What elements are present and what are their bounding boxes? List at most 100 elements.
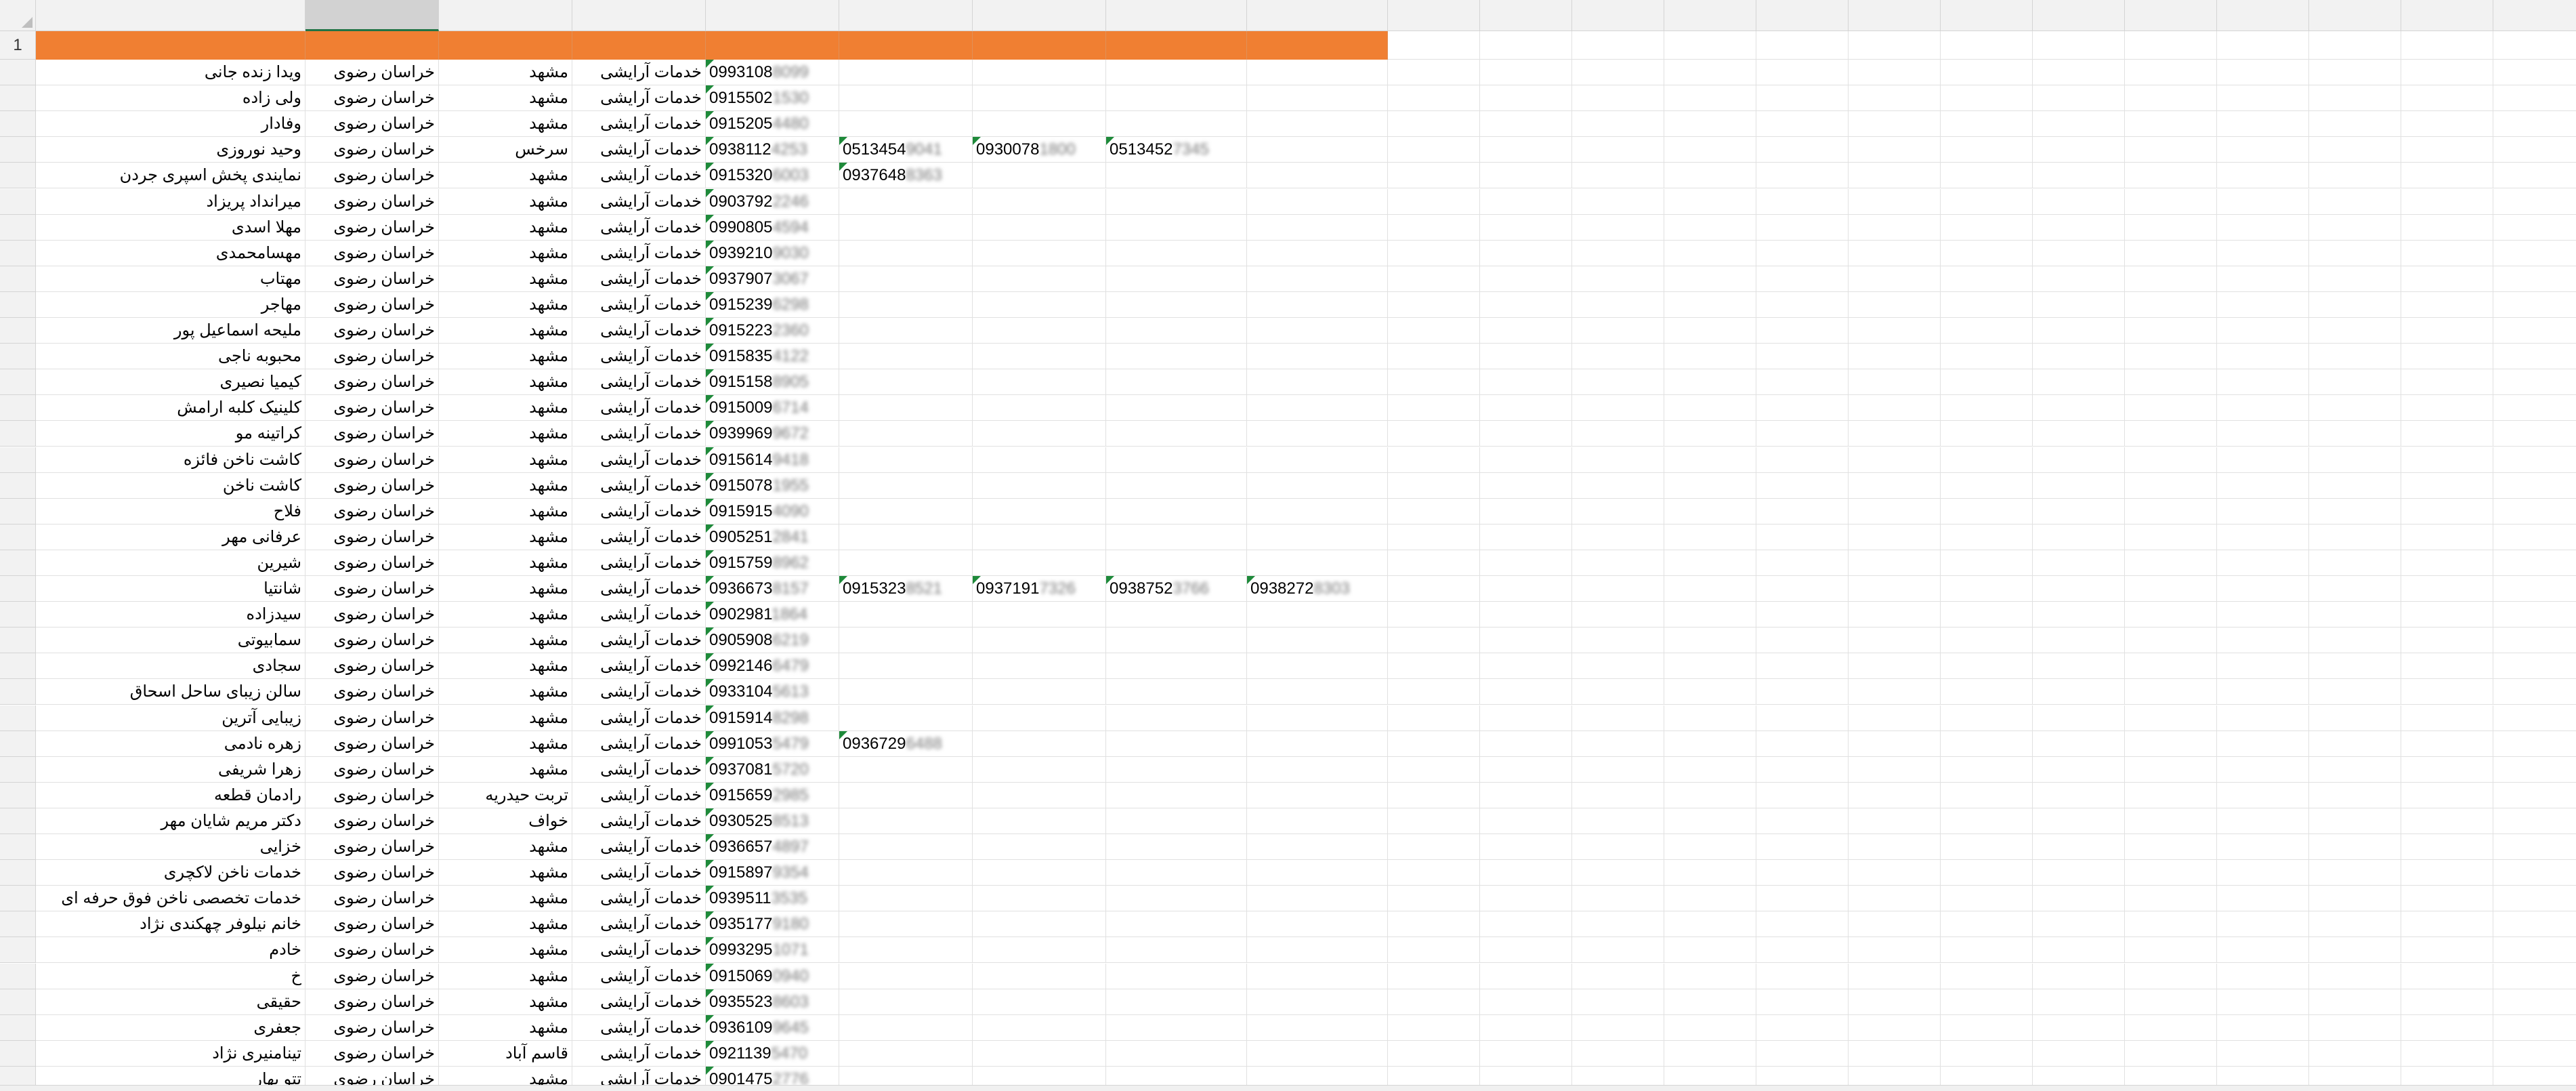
empty-cell[interactable] xyxy=(2309,524,2401,550)
empty-cell[interactable] xyxy=(973,395,1106,421)
city-cell[interactable]: مشهد xyxy=(439,344,572,370)
empty-cell[interactable] xyxy=(1941,111,2033,138)
empty-cell[interactable] xyxy=(1664,447,1756,473)
province-cell[interactable]: خراسان رضوی xyxy=(305,447,439,473)
phone-cell[interactable]: 09158979354 xyxy=(706,860,839,886)
empty-cell[interactable] xyxy=(1106,679,1247,705)
horizontal-scrollbar[interactable] xyxy=(0,1085,2576,1091)
empty-cell[interactable] xyxy=(1756,808,1849,834)
activity-cell[interactable]: خدمات آرایشی xyxy=(572,550,706,576)
empty-cell[interactable] xyxy=(1247,395,1388,421)
city-cell[interactable]: مشهد xyxy=(439,291,572,318)
phone-cell[interactable]: 09150096714 xyxy=(706,395,839,421)
empty-cell[interactable] xyxy=(1849,756,1941,783)
empty-cell[interactable] xyxy=(1106,291,1247,318)
city-cell[interactable]: مشهد xyxy=(439,886,572,912)
empty-cell[interactable] xyxy=(1941,85,2033,112)
empty-cell[interactable] xyxy=(1849,31,1941,60)
header-cell[interactable] xyxy=(1247,31,1388,60)
number-stored-as-text-marker[interactable] xyxy=(706,85,714,94)
empty-cell[interactable] xyxy=(1941,808,2033,834)
empty-cell[interactable] xyxy=(1756,911,1849,938)
empty-cell[interactable] xyxy=(1941,472,2033,499)
empty-cell[interactable] xyxy=(2401,318,2493,344)
empty-cell[interactable] xyxy=(2401,447,2493,473)
empty-cell[interactable] xyxy=(2217,240,2309,266)
empty-cell[interactable] xyxy=(1756,369,1849,396)
empty-cell[interactable] xyxy=(1388,163,1480,189)
empty-cell[interactable] xyxy=(1572,137,1664,163)
empty-cell[interactable] xyxy=(1247,937,1388,964)
empty-cell[interactable] xyxy=(839,421,973,447)
province-cell[interactable]: خراسان رضوی xyxy=(305,137,439,163)
empty-cell[interactable] xyxy=(2033,395,2125,421)
empty-cell[interactable] xyxy=(1756,627,1849,654)
empty-cell[interactable] xyxy=(1388,291,1480,318)
empty-cell[interactable] xyxy=(2217,318,2309,344)
city-cell[interactable]: مشهد xyxy=(439,498,572,524)
store-name-cell[interactable]: ملیحه اسماعیل پور xyxy=(36,318,305,344)
empty-cell[interactable] xyxy=(1849,653,1941,680)
column-header-e[interactable] xyxy=(572,0,706,31)
empty-cell[interactable] xyxy=(1106,421,1247,447)
empty-cell[interactable] xyxy=(1480,421,1572,447)
empty-cell[interactable] xyxy=(2401,1040,2493,1067)
city-cell[interactable]: مشهد xyxy=(439,602,572,628)
empty-cell[interactable] xyxy=(839,344,973,370)
empty-cell[interactable] xyxy=(1941,679,2033,705)
empty-cell[interactable] xyxy=(1480,369,1572,396)
empty-cell[interactable] xyxy=(2125,498,2217,524)
empty-cell[interactable] xyxy=(2217,188,2309,215)
empty-cell[interactable] xyxy=(2309,911,2401,938)
number-stored-as-text-marker[interactable] xyxy=(706,705,714,714)
empty-cell[interactable] xyxy=(2217,214,2309,241)
store-name-cell[interactable]: خ xyxy=(36,963,305,989)
empty-cell[interactable] xyxy=(2309,85,2401,112)
empty-cell[interactable] xyxy=(1106,756,1247,783)
empty-cell[interactable] xyxy=(2493,447,2576,473)
store-name-cell[interactable]: کیمیا نصیری xyxy=(36,369,305,396)
empty-cell[interactable] xyxy=(1106,602,1247,628)
empty-cell[interactable] xyxy=(2125,291,2217,318)
empty-cell[interactable] xyxy=(1941,550,2033,576)
empty-cell[interactable] xyxy=(2033,266,2125,292)
province-cell[interactable]: خراسان رضوی xyxy=(305,937,439,964)
province-cell[interactable]: خراسان رضوی xyxy=(305,344,439,370)
empty-cell[interactable] xyxy=(1106,989,1247,1015)
number-stored-as-text-marker[interactable] xyxy=(706,472,714,481)
empty-cell[interactable] xyxy=(1247,240,1388,266)
empty-cell[interactable] xyxy=(2401,31,2493,60)
empty-cell[interactable] xyxy=(1106,524,1247,550)
column-header-b[interactable] xyxy=(36,0,305,31)
city-cell[interactable]: مشهد xyxy=(439,679,572,705)
empty-cell[interactable] xyxy=(1388,421,1480,447)
empty-cell[interactable] xyxy=(2401,756,2493,783)
empty-cell[interactable] xyxy=(1572,679,1664,705)
empty-cell[interactable] xyxy=(1106,911,1247,938)
empty-cell[interactable] xyxy=(1480,31,1572,60)
empty-cell[interactable] xyxy=(1572,576,1664,602)
empty-cell[interactable] xyxy=(1941,137,2033,163)
empty-cell[interactable] xyxy=(1106,188,1247,215)
empty-cell[interactable] xyxy=(2125,395,2217,421)
empty-cell[interactable] xyxy=(1388,318,1480,344)
empty-cell[interactable] xyxy=(839,1014,973,1041)
empty-cell[interactable] xyxy=(1247,1014,1388,1041)
empty-cell[interactable] xyxy=(2493,215,2576,241)
store-name-cell[interactable]: خدمات تخصصی ناخن فوق حرفه ای xyxy=(36,886,305,912)
empty-cell[interactable] xyxy=(1480,886,1572,912)
empty-cell[interactable] xyxy=(2125,627,2217,654)
empty-cell[interactable] xyxy=(2033,291,2125,318)
store-name-cell[interactable]: وحید نوروزی xyxy=(36,137,305,163)
empty-cell[interactable] xyxy=(1247,860,1388,886)
empty-cell[interactable] xyxy=(2493,783,2576,808)
empty-cell[interactable] xyxy=(2125,240,2217,266)
empty-cell[interactable] xyxy=(1106,782,1247,808)
empty-cell[interactable] xyxy=(1480,653,1572,680)
empty-cell[interactable] xyxy=(2493,937,2576,964)
empty-cell[interactable] xyxy=(2217,1014,2309,1041)
empty-cell[interactable] xyxy=(2217,679,2309,705)
empty-cell[interactable] xyxy=(839,266,973,292)
empty-cell[interactable] xyxy=(1941,188,2033,215)
province-cell[interactable]: خراسان رضوی xyxy=(305,834,439,861)
